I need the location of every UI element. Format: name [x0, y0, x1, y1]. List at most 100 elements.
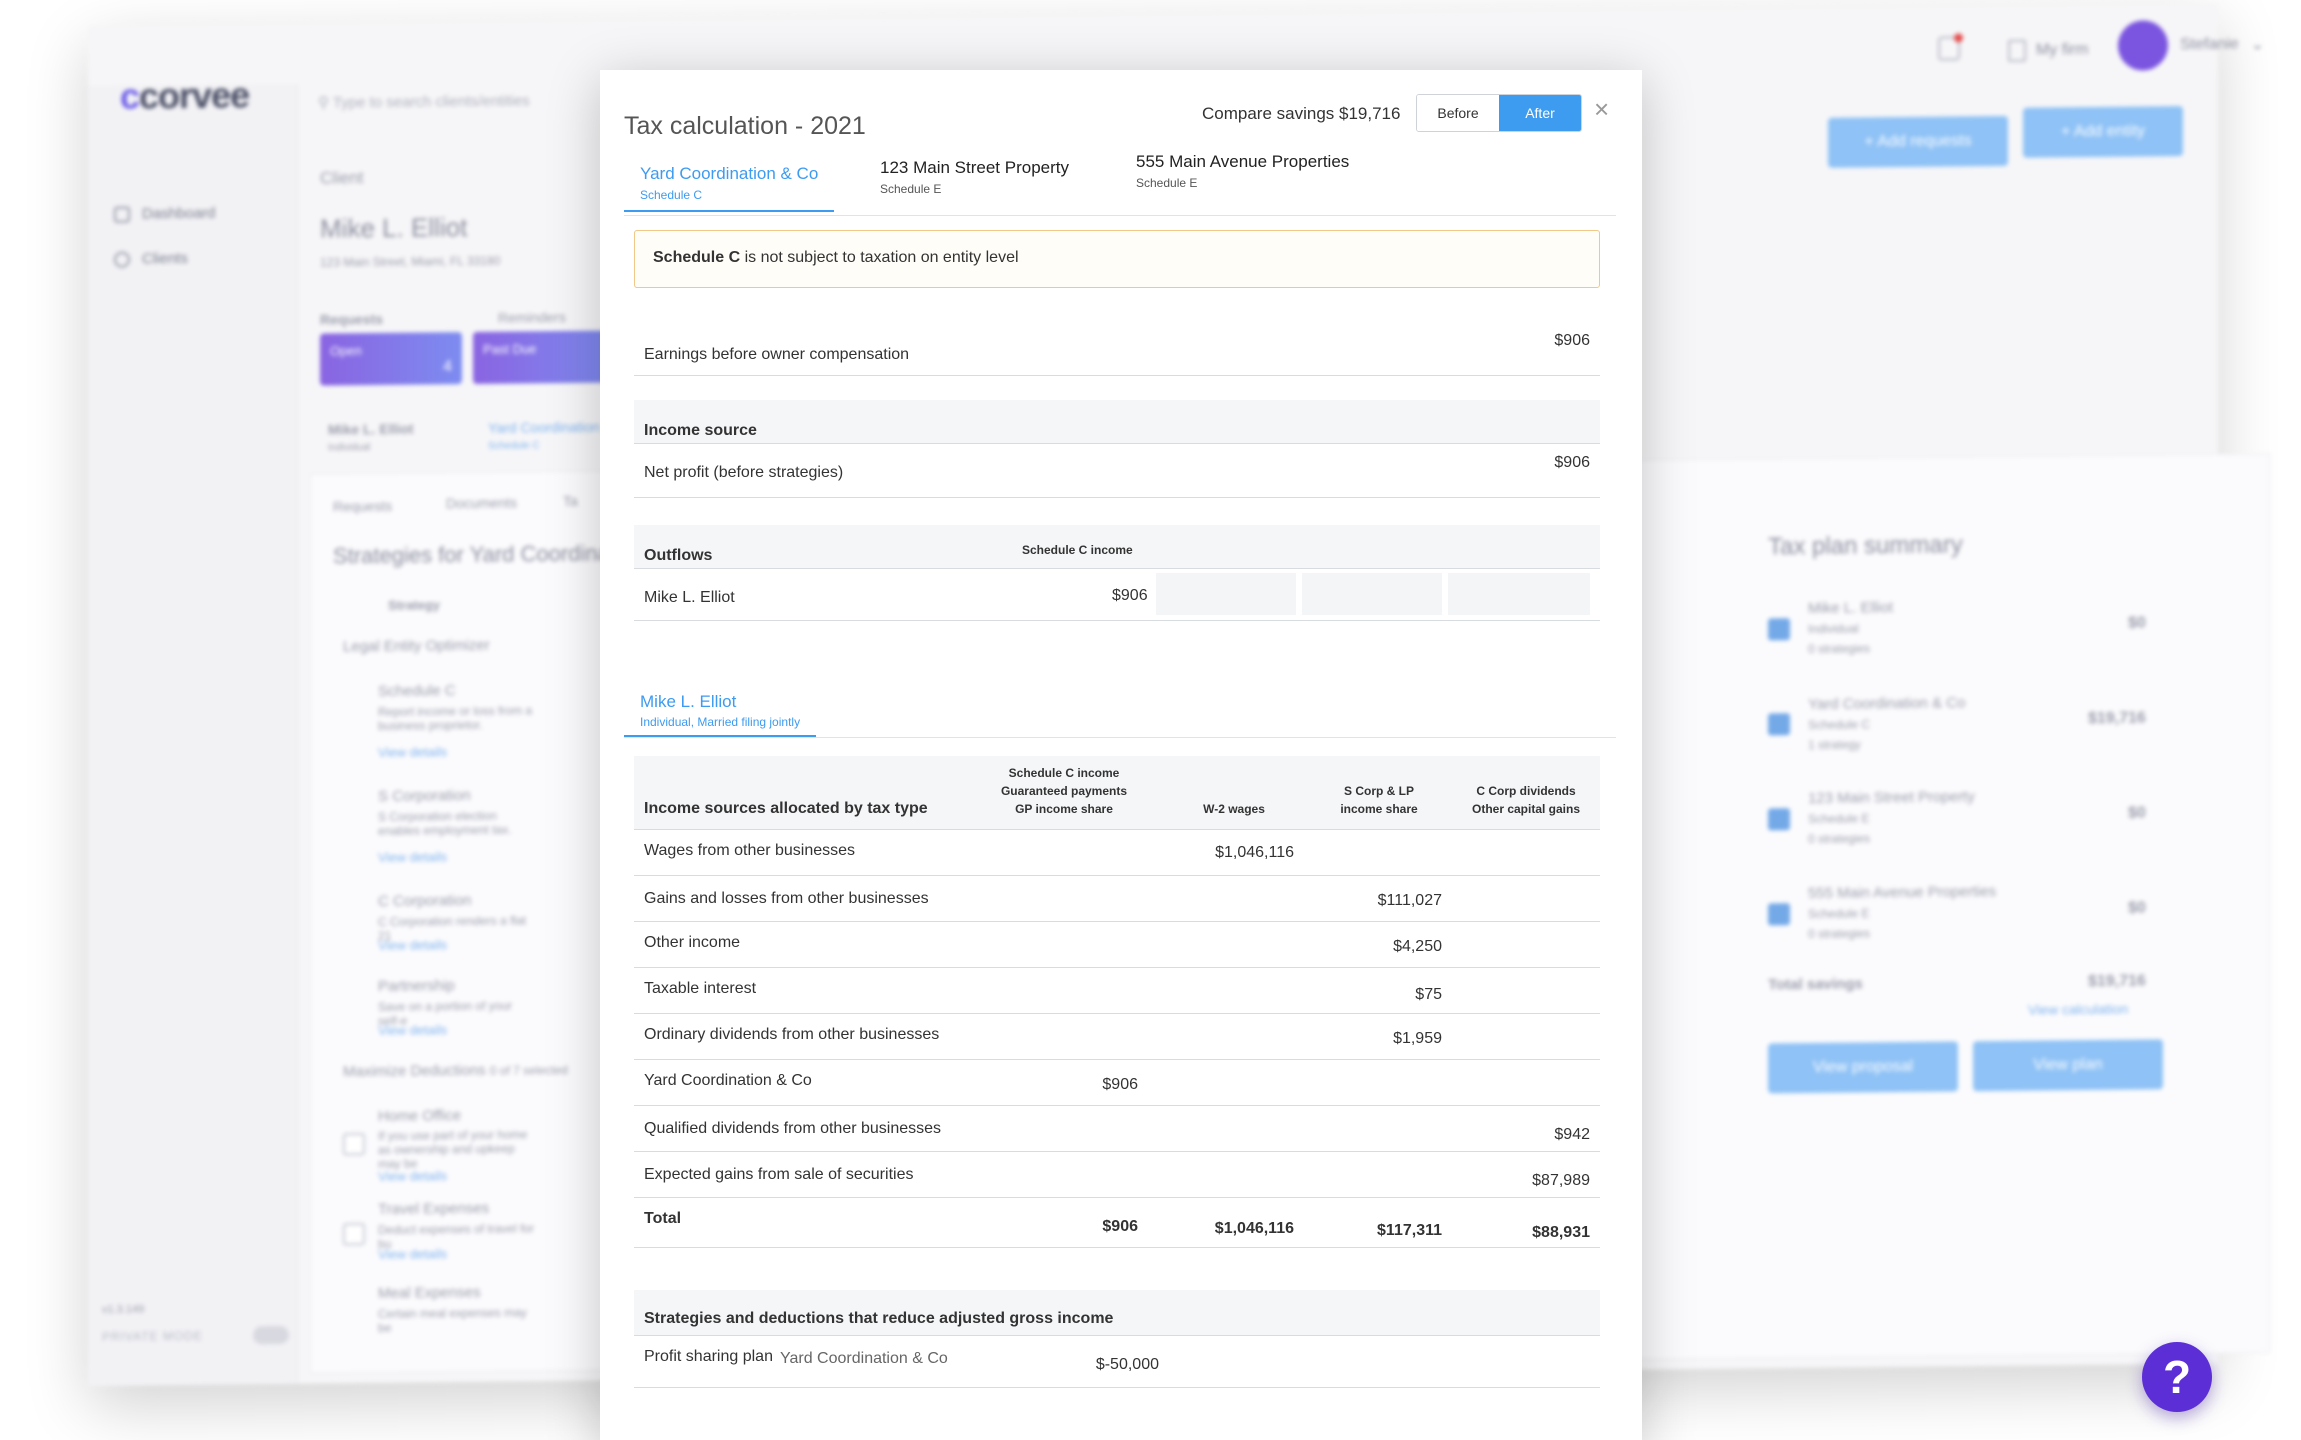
subtab-ta[interactable]: Ta: [563, 493, 578, 509]
column-schedule-c: Schedule C income Guaranteed payments GP…: [984, 764, 1144, 818]
column-label: Schedule C income: [1022, 543, 1133, 557]
tab-123-main-street[interactable]: 123 Main Street Property Schedule E: [864, 158, 1085, 204]
row-label: Total: [644, 1210, 682, 1227]
person-tab: Mike L. Elliot Individual, Married filin…: [624, 692, 1616, 738]
bell-icon[interactable]: [1938, 36, 1960, 61]
private-mode-toggle[interactable]: [252, 1325, 289, 1345]
row-label: Gains and losses from other businesses: [644, 890, 929, 907]
cell-c-corp: $87,989: [1532, 1172, 1590, 1189]
income-source-head: Income source: [634, 400, 1600, 444]
compare-savings: Compare savings $19,716: [1202, 104, 1401, 123]
summary-checkbox[interactable]: [1768, 903, 1790, 926]
strategy-col-head: Strategy: [388, 597, 441, 613]
deduction-checkbox[interactable]: [343, 1223, 365, 1246]
tab-mike-elliot[interactable]: Mike L. Elliot Individual, Married filin…: [624, 692, 817, 737]
before-after-toggle: Before After: [1416, 94, 1582, 132]
strategy-value: $-50,000: [1095, 1356, 1159, 1373]
summary-item-sub: Individual: [1808, 621, 1859, 636]
view-details-link[interactable]: View details: [378, 1246, 447, 1262]
summary-checkbox[interactable]: [1768, 808, 1790, 831]
table-row: Yard Coordination & Co $906: [634, 1060, 1600, 1106]
section-label: Strategies and deductions that reduce ad…: [644, 1310, 1114, 1327]
avatar: [2118, 20, 2168, 71]
subtab-requests[interactable]: Requests: [333, 498, 392, 515]
chevron-down-icon: ⌄: [2250, 36, 2265, 54]
outflow-row: Mike L. Elliot $906: [634, 569, 1600, 621]
entity-tab-label: Mike L. Elliot: [328, 420, 414, 438]
subtab-documents[interactable]: Documents: [446, 495, 517, 512]
tab-555-main-avenue[interactable]: 555 Main Avenue Properties Schedule E: [1120, 152, 1365, 198]
open-requests-chip[interactable]: Open 4: [320, 332, 462, 386]
tab-sub: Schedule E: [880, 182, 942, 196]
entity-tab-sub: Schedule C: [488, 440, 540, 452]
outflows-head: Outflows Schedule C income: [634, 525, 1600, 569]
tab-label: 123 Main Street Property: [880, 158, 1069, 177]
view-details-link[interactable]: View details: [378, 744, 447, 760]
add-entity-button[interactable]: + Add entity: [2023, 106, 2183, 158]
view-calculation-link[interactable]: View calculation: [2028, 1001, 2128, 1018]
cell-s-corp: $4,250: [1393, 938, 1442, 955]
my-firm-link[interactable]: My firm: [2008, 39, 2088, 62]
row-label: Taxable interest: [644, 980, 757, 997]
total-savings-label: Total savings: [1768, 975, 1863, 994]
table-row: Wages from other businesses $1,046,116: [634, 830, 1600, 876]
strategies-head: Strategies and deductions that reduce ad…: [634, 1290, 1600, 1336]
sidebar-item-dashboard[interactable]: Dashboard: [114, 205, 215, 223]
row-label: Expected gains from sale of securities: [644, 1166, 914, 1183]
cell-c-corp: $942: [1554, 1126, 1590, 1143]
summary-item-value: $19,716: [2088, 709, 2146, 728]
summary-item-sub2: 0 strategies: [1808, 926, 1871, 941]
row-value: $906: [1554, 332, 1590, 349]
table-row: Gains and losses from other businesses $…: [634, 876, 1600, 922]
summary-item-sub: Schedule E: [1808, 906, 1870, 921]
tab-yard-coordination[interactable]: Yard Coordination & Co Schedule C: [624, 164, 835, 212]
strategy-row: Profit sharing plan Yard Coordination & …: [634, 1336, 1600, 1388]
row-label: Ordinary dividends from other businesses: [644, 1026, 940, 1043]
strategies-title: Strategies for Yard Coordination: [333, 540, 646, 569]
entity-tab-2[interactable]: Yard Coordination Schedule C: [488, 419, 600, 452]
help-button[interactable]: ?: [2142, 1342, 2212, 1412]
summary-checkbox[interactable]: [1768, 713, 1790, 736]
reminders-label: Reminders: [498, 308, 566, 326]
summary-checkbox[interactable]: [1768, 618, 1790, 641]
person-icon: [114, 251, 130, 268]
column-label-line: C Corp dividends: [1476, 784, 1576, 798]
view-details-link[interactable]: View details: [378, 849, 447, 865]
user-menu[interactable]: Stefanie ⌄: [2118, 19, 2264, 71]
after-button[interactable]: After: [1499, 95, 1581, 131]
view-details-link[interactable]: View details: [378, 1168, 447, 1184]
sidebar-item-label: Clients: [142, 249, 188, 268]
summary-item-sub: Schedule C: [1808, 717, 1871, 732]
total-row: Total $906 $1,046,116 $117,311 $88,931: [634, 1198, 1600, 1248]
view-details-link[interactable]: View details: [378, 1022, 447, 1038]
before-button[interactable]: Before: [1417, 95, 1499, 131]
entity-tabs: Yard Coordination & Co Schedule C 123 Ma…: [624, 152, 1616, 216]
tax-plan-summary-title: Tax plan summary: [1768, 531, 1963, 561]
pastdue-requests-chip[interactable]: Past Due: [473, 330, 615, 384]
schedule-c-notice: Schedule C is not subject to taxation on…: [634, 230, 1600, 288]
earnings-row: Earnings before owner compensation $906: [634, 310, 1600, 376]
building-icon: [2008, 39, 2026, 62]
logo: ccorvee: [120, 74, 250, 117]
add-requests-button[interactable]: + Add requests: [1828, 115, 2008, 168]
view-details-link[interactable]: View details: [378, 937, 447, 953]
row-value: $906: [1112, 587, 1148, 604]
entity-tab-1[interactable]: Mike L. Elliot Individual: [328, 421, 414, 454]
close-icon[interactable]: ×: [1594, 94, 1609, 125]
empty-cell: [1302, 573, 1442, 615]
search-input[interactable]: ⚲ Type to search clients/entities: [318, 91, 530, 111]
cell-schedule-c: $906: [1102, 1076, 1138, 1093]
sidebar-item-clients[interactable]: Clients: [114, 250, 188, 268]
my-firm-label: My firm: [2036, 41, 2089, 59]
private-mode: PRIVATE MODE: [102, 1325, 289, 1346]
notice-text: is not subject to taxation on entity lev…: [740, 249, 1019, 266]
section-label: Income source: [644, 422, 757, 439]
view-plan-button[interactable]: View plan: [1973, 1039, 2163, 1092]
column-label-line: S Corp & LP: [1343, 784, 1414, 798]
summary-item-value: $0: [2128, 614, 2146, 632]
table-row: Ordinary dividends from other businesses…: [634, 1014, 1600, 1060]
view-proposal-button[interactable]: View proposal: [1768, 1041, 1958, 1094]
column-label-line: Other capital gains: [1471, 802, 1581, 816]
deduction-checkbox[interactable]: [343, 1133, 365, 1156]
strategy-desc: Report income or loss from a business pr…: [378, 703, 533, 733]
